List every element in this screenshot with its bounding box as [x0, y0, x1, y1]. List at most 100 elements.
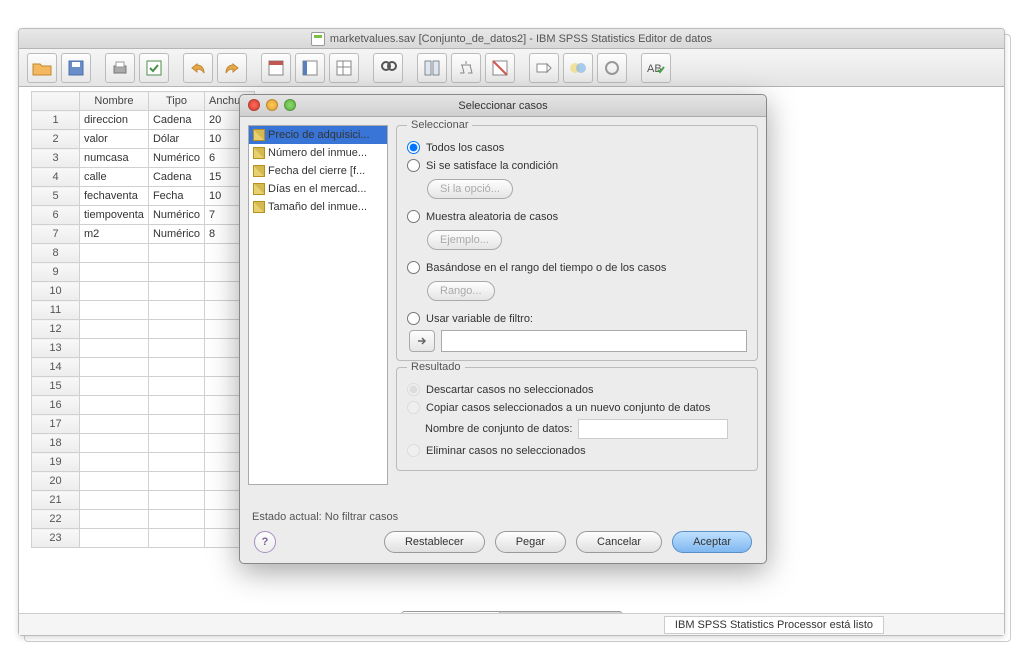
list-item[interactable]: Tamaño del inmue... [249, 198, 387, 216]
cell[interactable] [80, 491, 149, 510]
cell[interactable] [148, 244, 204, 263]
variables-button[interactable] [329, 53, 359, 83]
ok-button[interactable]: Aceptar [672, 531, 752, 553]
show-all-button[interactable] [597, 53, 627, 83]
cell[interactable]: Numérico [148, 206, 204, 225]
cell[interactable]: Cadena [148, 168, 204, 187]
row-header[interactable]: 11 [32, 301, 80, 320]
list-item[interactable]: Número del inmue... [249, 144, 387, 162]
find-button[interactable] [373, 53, 403, 83]
cell[interactable] [148, 301, 204, 320]
cell[interactable] [148, 491, 204, 510]
cell[interactable] [80, 244, 149, 263]
reset-button[interactable]: Restablecer [384, 531, 485, 553]
row-header[interactable]: 19 [32, 453, 80, 472]
row-header[interactable]: 16 [32, 396, 80, 415]
row-header[interactable]: 10 [32, 282, 80, 301]
use-sets-button[interactable] [563, 53, 593, 83]
cell[interactable] [148, 263, 204, 282]
cancel-button[interactable]: Cancelar [576, 531, 662, 553]
cell[interactable]: Numérico [148, 149, 204, 168]
cell[interactable] [148, 282, 204, 301]
cell[interactable] [80, 472, 149, 491]
cell[interactable] [148, 453, 204, 472]
col-nombre[interactable]: Nombre [80, 92, 149, 111]
cell[interactable] [80, 529, 149, 548]
sample-button[interactable]: Ejemplo... [427, 230, 502, 250]
row-header[interactable]: 23 [32, 529, 80, 548]
cell[interactable]: m2 [80, 225, 149, 244]
cell[interactable]: Cadena [148, 111, 204, 130]
radio-range[interactable] [407, 261, 420, 274]
variable-grid[interactable]: Nombre Tipo Anchura 1direccionCadena20 2… [31, 91, 255, 548]
cell[interactable] [80, 263, 149, 282]
cell[interactable] [80, 301, 149, 320]
cell[interactable]: numcasa [80, 149, 149, 168]
cell[interactable] [148, 434, 204, 453]
cell[interactable] [80, 282, 149, 301]
list-item[interactable]: Fecha del cierre [f... [249, 162, 387, 180]
goto-var-button[interactable] [295, 53, 325, 83]
cell[interactable] [80, 339, 149, 358]
cell[interactable]: tiempoventa [80, 206, 149, 225]
list-item[interactable]: Precio de adquisici... [249, 126, 387, 144]
help-button[interactable]: ? [254, 531, 276, 553]
cell[interactable] [148, 529, 204, 548]
cell[interactable] [80, 510, 149, 529]
variable-list[interactable]: Precio de adquisici... Número del inmue.… [248, 125, 388, 485]
cell[interactable]: Numérico [148, 225, 204, 244]
cell[interactable]: calle [80, 168, 149, 187]
recall-button[interactable] [139, 53, 169, 83]
row-header[interactable]: 22 [32, 510, 80, 529]
cell[interactable] [80, 358, 149, 377]
cell[interactable] [80, 320, 149, 339]
cell[interactable] [148, 377, 204, 396]
split-button[interactable] [417, 53, 447, 83]
cell[interactable] [148, 510, 204, 529]
cell[interactable]: Fecha [148, 187, 204, 206]
print-button[interactable] [105, 53, 135, 83]
row-header[interactable]: 14 [32, 358, 80, 377]
row-header[interactable]: 17 [32, 415, 80, 434]
row-header[interactable]: 8 [32, 244, 80, 263]
row-header[interactable]: 1 [32, 111, 80, 130]
row-header[interactable]: 3 [32, 149, 80, 168]
cell[interactable] [80, 434, 149, 453]
radio-filter-variable[interactable] [407, 312, 420, 325]
undo-button[interactable] [183, 53, 213, 83]
row-header[interactable]: 20 [32, 472, 80, 491]
row-header[interactable]: 4 [32, 168, 80, 187]
row-header[interactable]: 13 [32, 339, 80, 358]
cell[interactable]: fechaventa [80, 187, 149, 206]
cell[interactable]: Dólar [148, 130, 204, 149]
cell[interactable]: direccion [80, 111, 149, 130]
cell[interactable] [148, 415, 204, 434]
list-item[interactable]: Días en el mercad... [249, 180, 387, 198]
value-labels-button[interactable] [529, 53, 559, 83]
row-header[interactable]: 9 [32, 263, 80, 282]
row-header[interactable]: 6 [32, 206, 80, 225]
cell[interactable] [148, 358, 204, 377]
goto-case-button[interactable] [261, 53, 291, 83]
cell[interactable]: valor [80, 130, 149, 149]
radio-if-condition[interactable] [407, 159, 420, 172]
open-button[interactable] [27, 53, 57, 83]
paste-button[interactable]: Pegar [495, 531, 566, 553]
row-header[interactable]: 7 [32, 225, 80, 244]
row-header[interactable]: 18 [32, 434, 80, 453]
row-header[interactable]: 12 [32, 320, 80, 339]
zoom-icon[interactable] [284, 99, 296, 111]
col-tipo[interactable]: Tipo [148, 92, 204, 111]
row-header[interactable]: 2 [32, 130, 80, 149]
radio-random-sample[interactable] [407, 210, 420, 223]
cell[interactable] [80, 453, 149, 472]
if-button[interactable]: Si la opció... [427, 179, 513, 199]
minimize-icon[interactable] [266, 99, 278, 111]
range-button[interactable]: Rango... [427, 281, 495, 301]
row-header[interactable]: 5 [32, 187, 80, 206]
cell[interactable] [80, 415, 149, 434]
redo-button[interactable] [217, 53, 247, 83]
close-icon[interactable] [248, 99, 260, 111]
cell[interactable] [148, 472, 204, 491]
radio-all-cases[interactable] [407, 141, 420, 154]
